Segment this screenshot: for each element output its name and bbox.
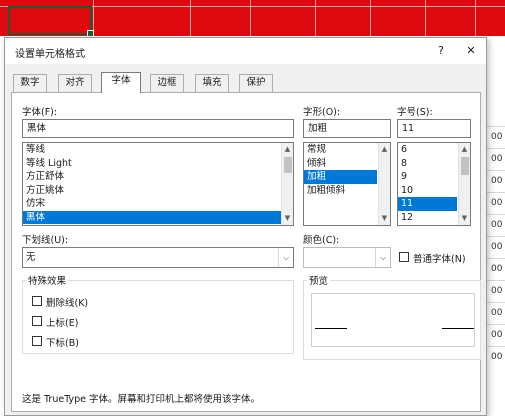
scroll-down-icon[interactable]: ▼ bbox=[282, 213, 293, 224]
size-label: 字号(S): bbox=[397, 107, 433, 118]
close-button[interactable]: ✕ bbox=[460, 42, 482, 60]
tab-number[interactable]: 数字 bbox=[13, 74, 47, 92]
scroll-up-icon[interactable]: ▲ bbox=[282, 144, 293, 155]
sheet-cell-number: 00 bbox=[491, 220, 503, 230]
size-list[interactable]: 6 8 9 10 11 12 ▲ ▼ bbox=[397, 142, 471, 226]
size-input[interactable]: 11 bbox=[397, 119, 471, 138]
sheet-right-column: 00 00 00 00 00 00 00 00 00 00 00 bbox=[486, 36, 505, 416]
effects-title: 特殊效果 bbox=[26, 273, 69, 287]
subscript-label: 下标(B) bbox=[46, 338, 79, 349]
scroll-up-icon[interactable]: ▲ bbox=[379, 144, 390, 155]
style-list[interactable]: 常规 倾斜 加粗 加粗倾斜 ▲ ▼ bbox=[303, 142, 391, 226]
list-item-selected[interactable]: 加粗 bbox=[304, 170, 377, 184]
sheet-cell-number: 00 bbox=[491, 352, 503, 362]
tab-font[interactable]: 字体 bbox=[101, 72, 141, 93]
font-list[interactable]: 等线 等线 Light 方正舒体 方正姚体 仿宋 黑体 ▲ ▼ bbox=[22, 142, 294, 226]
preview-title: 预览 bbox=[307, 273, 331, 287]
sheet-cell-number: 00 bbox=[491, 330, 503, 340]
style-list-scrollbar[interactable]: ▲ ▼ bbox=[378, 143, 390, 225]
underline-value: 无 bbox=[26, 252, 36, 263]
list-item[interactable]: 等线 bbox=[23, 143, 293, 157]
scroll-down-icon[interactable]: ▼ bbox=[379, 213, 390, 224]
font-list-scrollbar[interactable]: ▲ ▼ bbox=[281, 143, 293, 225]
color-select[interactable]: ⌵ bbox=[303, 247, 391, 268]
chevron-down-icon[interactable]: ⌵ bbox=[375, 248, 390, 267]
format-cells-dialog: 设置单元格格式 ? ✕ 数字 对齐 字体 边框 填充 保护 字体(F): 黑体 … bbox=[4, 37, 487, 416]
color-label: 颜色(C): bbox=[303, 235, 340, 246]
sheet-cell-number: 00 bbox=[491, 308, 503, 318]
help-button[interactable]: ? bbox=[430, 42, 452, 60]
chevron-down-icon[interactable]: ⌵ bbox=[278, 248, 293, 267]
list-item[interactable]: 方正姚体 bbox=[23, 184, 293, 198]
scroll-thumb[interactable] bbox=[461, 157, 469, 175]
underline-select[interactable]: 无 ⌵ bbox=[22, 247, 294, 268]
sheet-cell-number: 00 bbox=[491, 198, 503, 208]
list-item[interactable]: 方正舒体 bbox=[23, 170, 293, 184]
font-label: 字体(F): bbox=[22, 107, 58, 118]
style-input[interactable]: 加粗 bbox=[303, 119, 391, 138]
scroll-down-icon[interactable]: ▼ bbox=[459, 213, 470, 224]
sheet-cell-number: 00 bbox=[491, 154, 503, 164]
scroll-thumb[interactable] bbox=[284, 157, 292, 173]
superscript-checkbox[interactable] bbox=[32, 316, 42, 326]
tab-protection[interactable]: 保护 bbox=[239, 74, 273, 92]
dialog-titlebar: 设置单元格格式 ? ✕ bbox=[5, 38, 486, 64]
normal-font-checkbox[interactable] bbox=[399, 252, 409, 262]
tab-alignment[interactable]: 对齐 bbox=[58, 74, 92, 92]
strikethrough-checkbox[interactable] bbox=[32, 296, 42, 306]
list-item[interactable]: 仿宋 bbox=[23, 197, 293, 211]
list-item[interactable]: 等线 Light bbox=[23, 157, 293, 171]
normal-font-label: 普通字体(N) bbox=[413, 254, 466, 265]
sheet-cell-number: 00 bbox=[491, 176, 503, 186]
superscript-label: 上标(E) bbox=[46, 318, 79, 329]
size-list-scrollbar[interactable]: ▲ ▼ bbox=[458, 143, 470, 225]
underline-label: 下划线(U): bbox=[22, 235, 69, 246]
sheet-cell-number: 00 bbox=[491, 132, 503, 142]
tab-fill[interactable]: 填充 bbox=[195, 74, 229, 92]
sheet-cell-number: 00 bbox=[491, 264, 503, 274]
selected-cell[interactable] bbox=[8, 6, 94, 37]
info-text: 这是 TrueType 字体。屏幕和打印机上都将使用该字体。 bbox=[22, 394, 261, 405]
list-item-selected[interactable]: 11 bbox=[398, 197, 457, 211]
scroll-up-icon[interactable]: ▲ bbox=[459, 144, 470, 155]
subscript-checkbox[interactable] bbox=[32, 336, 42, 346]
style-label: 字形(O): bbox=[303, 107, 341, 118]
font-input[interactable]: 黑体 bbox=[22, 119, 294, 138]
list-item-selected[interactable]: 黑体 bbox=[23, 210, 293, 224]
dialog-title: 设置单元格格式 bbox=[15, 49, 85, 60]
close-icon: ✕ bbox=[466, 44, 476, 57]
tab-border[interactable]: 边框 bbox=[150, 74, 184, 92]
sheet-cell-number: 00 bbox=[491, 242, 503, 252]
strikethrough-label: 删除线(K) bbox=[46, 298, 89, 309]
sheet-cell-number: 00 bbox=[491, 286, 503, 296]
preview-box bbox=[311, 293, 475, 347]
